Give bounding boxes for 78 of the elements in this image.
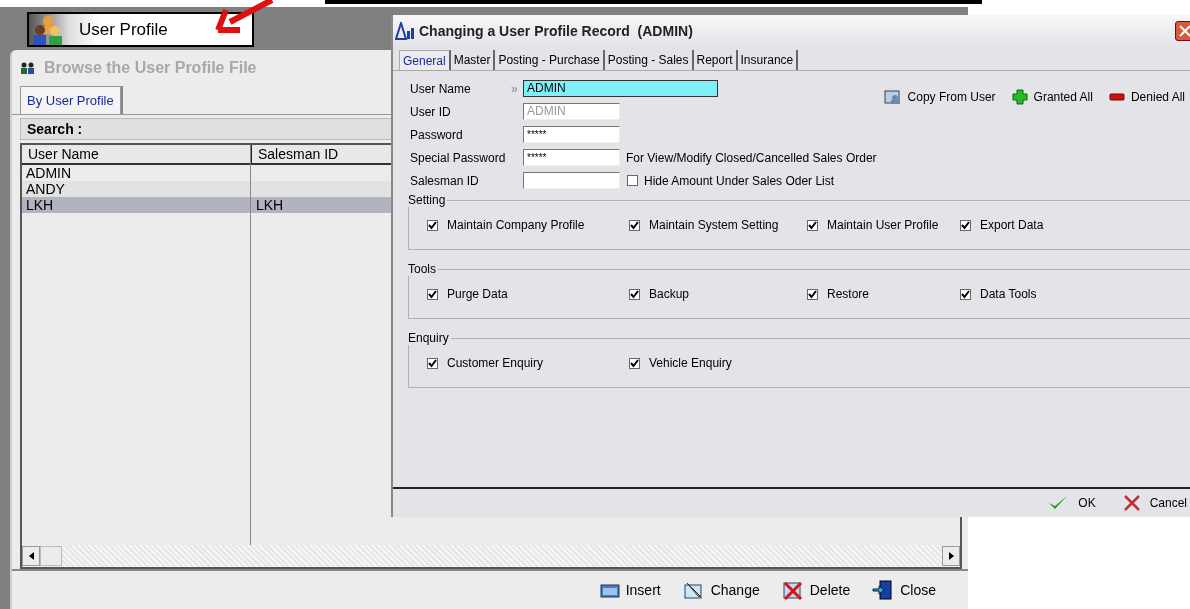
checkbox[interactable]: [629, 219, 640, 231]
input-field[interactable]: *****: [523, 126, 620, 143]
users-icon: [31, 14, 65, 45]
checkbox-label: Restore: [827, 287, 870, 301]
arrow-marker: »: [511, 81, 519, 96]
checkbox[interactable]: [627, 175, 638, 186]
scroll-left-button[interactable]: [22, 546, 40, 566]
tab[interactable]: Master: [450, 50, 496, 70]
right-arrow-icon: [948, 552, 954, 560]
checkbox-label: Maintain System Setting: [649, 218, 779, 232]
users-icon: [20, 62, 36, 74]
field-note: For View/Modify Closed/Cancelled Sales Order: [626, 150, 877, 165]
tab[interactable]: General: [399, 50, 451, 70]
group-title: Setting: [406, 193, 448, 207]
arrow: [214, 0, 276, 34]
group-title: Enquiry: [406, 331, 451, 345]
checkbox-label: Customer Enquiry: [447, 356, 544, 370]
field-label: Special Password: [410, 150, 507, 165]
window-icon: [599, 582, 620, 598]
insert-button[interactable]: Insert: [597, 580, 663, 600]
field-label: User Name: [410, 81, 472, 96]
checkbox-label: Maintain Company Profile: [447, 218, 585, 232]
minus-icon: [1108, 93, 1125, 101]
table-cell-text: LKH: [255, 197, 284, 213]
grant-button[interactable]: Granted All: [1011, 89, 1093, 105]
checkbox-label: Vehicle Enquiry: [649, 356, 732, 370]
ok-button[interactable]: OK: [1048, 495, 1096, 511]
users-copy-icon: [883, 89, 902, 105]
column-header[interactable]: User Name: [22, 145, 252, 163]
dialog-title: Changing a User Profile Record (ADMIN): [419, 23, 693, 39]
checkbox[interactable]: [807, 288, 818, 300]
input-field[interactable]: *****: [523, 149, 620, 166]
user-profile-text: User Profile: [79, 19, 168, 40]
plus-icon: [1011, 89, 1028, 105]
checkbox[interactable]: [629, 288, 640, 300]
delete-icon: [781, 580, 804, 600]
field-label: Password: [410, 127, 464, 142]
tab[interactable]: Posting - Sales: [604, 50, 694, 70]
checkbox-label: Maintain User Profile: [827, 218, 939, 232]
checkbox-label: Data Tools: [980, 287, 1037, 301]
delete-button[interactable]: Delete: [779, 578, 853, 602]
checkbox-label: Purge Data: [447, 287, 508, 301]
scroll-right-button[interactable]: [942, 546, 960, 566]
tab[interactable]: Insurance: [737, 50, 799, 70]
tab[interactable]: By User Profile: [20, 86, 121, 114]
checkbox[interactable]: [427, 357, 438, 369]
checkbox[interactable]: [427, 288, 438, 300]
field-label: User ID: [410, 104, 452, 119]
pencil-icon: [682, 580, 705, 600]
checkbox[interactable]: [427, 219, 438, 231]
checkbox[interactable]: [807, 219, 818, 231]
tab[interactable]: Posting - Purchase: [495, 50, 605, 70]
checkbox-label: Export Data: [980, 218, 1044, 232]
change-button[interactable]: Change: [680, 578, 762, 602]
input-field[interactable]: ADMIN: [523, 80, 718, 97]
exit-door-icon: [872, 579, 895, 601]
tab[interactable]: Report: [693, 50, 738, 70]
close-icon: [1123, 495, 1140, 511]
table-cell-text: LKH: [25, 197, 55, 213]
input-field[interactable]: [523, 172, 620, 189]
field-label: Salesman ID: [410, 173, 480, 188]
group-title: Tools: [406, 262, 438, 276]
checkbox[interactable]: [629, 357, 640, 369]
cancel-button[interactable]: Cancel: [1123, 495, 1187, 511]
checkbox-label: Backup: [649, 287, 690, 301]
check-icon: [1048, 495, 1069, 511]
copy-button[interactable]: Copy From User: [883, 89, 996, 105]
checkbox[interactable]: [960, 288, 971, 300]
left-arrow-icon: [28, 552, 34, 560]
table-cell-text: ANDY: [25, 181, 66, 197]
checkbox[interactable]: [960, 219, 971, 231]
close-button[interactable]: Close: [870, 577, 938, 603]
checkbox-label: Hide Amount Under Sales Oder List: [644, 173, 835, 188]
app-icon: [395, 22, 415, 40]
scrollbar-thumb[interactable]: [40, 546, 62, 566]
deny-button[interactable]: Denied All: [1108, 90, 1185, 104]
close-button[interactable]: [1175, 21, 1190, 41]
window-title: Browse the User Profile File: [44, 59, 257, 77]
